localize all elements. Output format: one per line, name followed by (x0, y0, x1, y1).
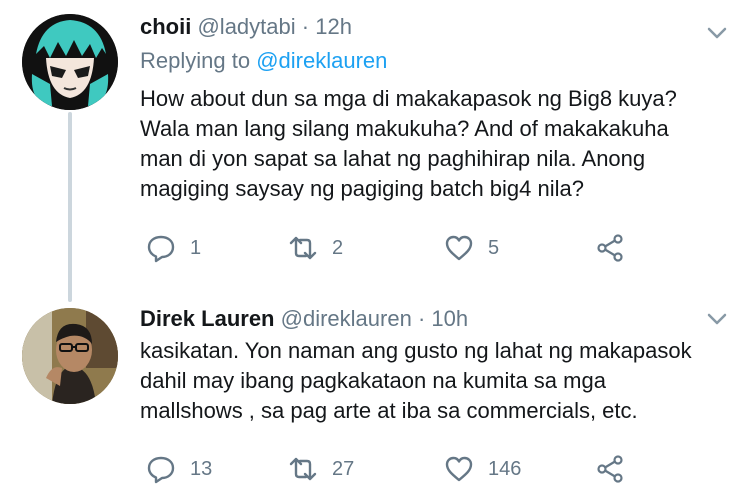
replying-to-line: Replying to @direklauren (140, 48, 387, 74)
display-name[interactable]: Direk Lauren (140, 306, 275, 331)
tweet-actions: 13 27 146 (140, 452, 660, 486)
share-button[interactable] (595, 231, 625, 265)
user-handle[interactable]: @direklauren (281, 306, 412, 331)
tweet-actions: 1 2 5 (140, 231, 660, 265)
tweet-text: kasikatan. Yon naman ang gusto ng lahat … (140, 338, 692, 423)
retweet-count: 27 (332, 457, 355, 480)
separator: · (417, 306, 426, 331)
avatar-direk-lauren[interactable] (22, 308, 118, 404)
avatar-choii[interactable] (22, 14, 118, 110)
share-icon (597, 234, 623, 262)
anime-avatar-icon (22, 14, 118, 110)
tweet-1[interactable]: choii @ladytabi · 12h Replying to @direk… (0, 0, 750, 290)
share-icon (597, 455, 623, 483)
retweet-button[interactable]: 2 (288, 231, 343, 265)
like-count: 146 (488, 457, 522, 480)
chevron-down-icon (707, 27, 727, 39)
tweet-header: choii @ladytabi · 12h (140, 14, 352, 40)
reply-count: 1 (190, 236, 202, 259)
display-name[interactable]: choii (140, 14, 191, 39)
retweet-icon (289, 236, 317, 260)
replying-prefix: Replying to (140, 48, 251, 73)
reply-count: 13 (190, 457, 213, 480)
user-handle[interactable]: @ladytabi (197, 14, 295, 39)
retweet-count: 2 (332, 236, 344, 259)
timestamp[interactable]: 12h (315, 14, 352, 39)
reply-icon (147, 456, 175, 484)
replying-mention-link[interactable]: @direklauren (256, 48, 387, 73)
tweet-header: Direk Lauren @direklauren · 10h (140, 306, 468, 332)
share-button[interactable] (595, 452, 625, 486)
chevron-down-icon (707, 313, 727, 325)
more-options-caret[interactable] (706, 308, 728, 330)
retweet-button[interactable]: 27 (288, 452, 354, 486)
more-options-caret[interactable] (706, 22, 728, 44)
like-button[interactable]: 5 (444, 231, 499, 265)
timestamp[interactable]: 10h (431, 306, 468, 331)
heart-icon (445, 456, 473, 482)
separator: · (301, 14, 310, 39)
reply-button[interactable]: 1 (146, 231, 201, 265)
retweet-icon (289, 457, 317, 481)
like-button[interactable]: 146 (444, 452, 521, 486)
tweet-2[interactable]: Direk Lauren @direklauren · 10h kasikata… (0, 296, 750, 501)
tweet-text: How about dun sa mga di makakapasok ng B… (140, 86, 677, 201)
heart-icon (445, 235, 473, 261)
reply-icon (147, 235, 175, 263)
like-count: 5 (488, 236, 500, 259)
photo-avatar-icon (22, 308, 118, 404)
reply-button[interactable]: 13 (146, 452, 212, 486)
